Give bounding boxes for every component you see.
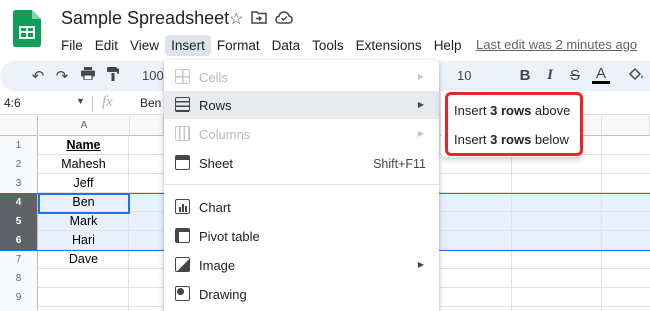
menu-item-label: Chart <box>199 200 231 215</box>
shortcut-label: Shift+F11 <box>373 157 426 171</box>
menu-item-pivot-table[interactable]: Pivot table <box>164 222 439 250</box>
fill-color-icon[interactable] <box>627 67 645 86</box>
submenu-arrow-icon: ▶ <box>417 72 424 81</box>
menu-item-cells[interactable]: Cells ▶ <box>164 63 439 91</box>
undo-icon[interactable]: ↶ <box>29 67 47 85</box>
columns-icon <box>175 126 190 141</box>
formula-input[interactable]: Ben <box>140 96 161 110</box>
grid-line <box>511 136 512 311</box>
menu-item-drawing[interactable]: Drawing <box>164 280 439 308</box>
last-edit-link[interactable]: Last edit was 2 minutes ago <box>476 37 637 52</box>
menu-file[interactable]: File <box>55 35 89 56</box>
rows-icon <box>175 97 190 112</box>
select-all-corner[interactable] <box>0 116 38 136</box>
submenu-arrow-icon: ▶ <box>417 260 424 269</box>
image-icon <box>175 257 190 272</box>
font-size-input[interactable]: 10 <box>457 68 471 83</box>
menu-item-label: Rows <box>199 98 232 113</box>
row-header[interactable]: 3 <box>0 174 38 193</box>
column-header-g[interactable] <box>602 116 650 136</box>
row-header[interactable]: 8 <box>0 269 38 288</box>
menu-format[interactable]: Format <box>211 35 266 56</box>
row-header[interactable]: 5 <box>0 212 38 231</box>
bold-button[interactable]: B <box>516 67 534 84</box>
folder-move-icon[interactable] <box>251 10 268 29</box>
cell[interactable] <box>39 307 129 311</box>
menu-item-label: Pivot table <box>199 229 260 244</box>
cell[interactable] <box>39 288 129 307</box>
row-header[interactable]: 6 <box>0 231 38 250</box>
menu-item-chart[interactable]: Chart <box>164 193 439 221</box>
italic-button[interactable]: I <box>541 67 559 84</box>
cells-icon <box>175 69 190 84</box>
sheets-logo-icon[interactable] <box>13 10 41 47</box>
strikethrough-button[interactable]: S <box>566 67 584 84</box>
drawing-icon <box>175 286 190 301</box>
row-header[interactable]: 10 <box>0 307 38 311</box>
row-header[interactable]: 4 <box>0 193 38 212</box>
menu-item-label: Drawing <box>199 287 247 302</box>
menu-separator <box>164 184 439 185</box>
cell[interactable]: Mark <box>39 212 129 231</box>
menu-help[interactable]: Help <box>428 35 468 56</box>
document-title[interactable]: Sample Spreadsheet <box>61 8 229 29</box>
cell[interactable]: Mahesh <box>39 155 129 174</box>
menu-item-image[interactable]: Image ▶ <box>164 251 439 279</box>
active-cell-outline <box>38 193 130 214</box>
row-header[interactable]: 9 <box>0 288 38 307</box>
menu-bar: File Edit View Insert Format Data Tools … <box>55 33 467 57</box>
cell[interactable]: Name <box>39 136 129 155</box>
cell[interactable]: Jeff <box>39 174 129 193</box>
row-header[interactable]: 7 <box>0 250 38 269</box>
chevron-down-icon[interactable]: ▼ <box>76 96 85 106</box>
submenu-arrow-icon: ▶ <box>417 100 424 109</box>
menu-tools[interactable]: Tools <box>306 35 350 56</box>
title-actions: ☆ <box>229 10 294 29</box>
menu-item-sheet[interactable]: Sheet Shift+F11 <box>164 149 439 177</box>
menu-view[interactable]: View <box>124 35 165 56</box>
text-color-button[interactable]: A <box>592 66 610 84</box>
row-header[interactable]: 2 <box>0 155 38 174</box>
redo-icon[interactable]: ↷ <box>53 67 71 85</box>
cloud-status-icon[interactable] <box>275 10 294 29</box>
sheet-icon <box>175 155 190 170</box>
menu-item-columns[interactable]: Columns ▶ <box>164 120 439 148</box>
column-header-b[interactable] <box>130 116 164 136</box>
row-header[interactable]: 1 <box>0 136 38 155</box>
menu-item-rows[interactable]: Rows ▶ <box>164 91 439 119</box>
chart-icon <box>175 199 190 214</box>
pivot-table-icon <box>175 228 190 243</box>
annotation-highlight-box <box>445 92 583 156</box>
paint-format-icon[interactable] <box>104 67 122 85</box>
column-header-a[interactable]: A <box>39 116 130 136</box>
grid-line <box>601 136 602 311</box>
fx-icon: fx <box>102 94 113 110</box>
name-box[interactable]: 4:6 <box>4 96 21 110</box>
cell[interactable]: Dave <box>39 250 129 269</box>
menu-item-label: Columns <box>199 127 251 142</box>
submenu-arrow-icon: ▶ <box>417 129 424 138</box>
menu-item-label: Image <box>199 258 236 273</box>
menu-item-label: Sheet <box>199 156 233 171</box>
menu-edit[interactable]: Edit <box>89 35 124 56</box>
cell[interactable]: Hari <box>39 231 129 250</box>
insert-menu-dropdown: Cells ▶ Rows ▶ Columns ▶ Sheet Shift+F11… <box>164 60 439 311</box>
cell[interactable] <box>39 269 129 288</box>
print-icon[interactable] <box>79 67 97 84</box>
menu-extensions[interactable]: Extensions <box>350 35 428 56</box>
menu-insert[interactable]: Insert <box>165 34 211 56</box>
menu-data[interactable]: Data <box>266 35 307 56</box>
menu-item-label: Cells <box>199 70 228 85</box>
star-icon[interactable]: ☆ <box>229 11 243 29</box>
divider <box>92 96 93 112</box>
